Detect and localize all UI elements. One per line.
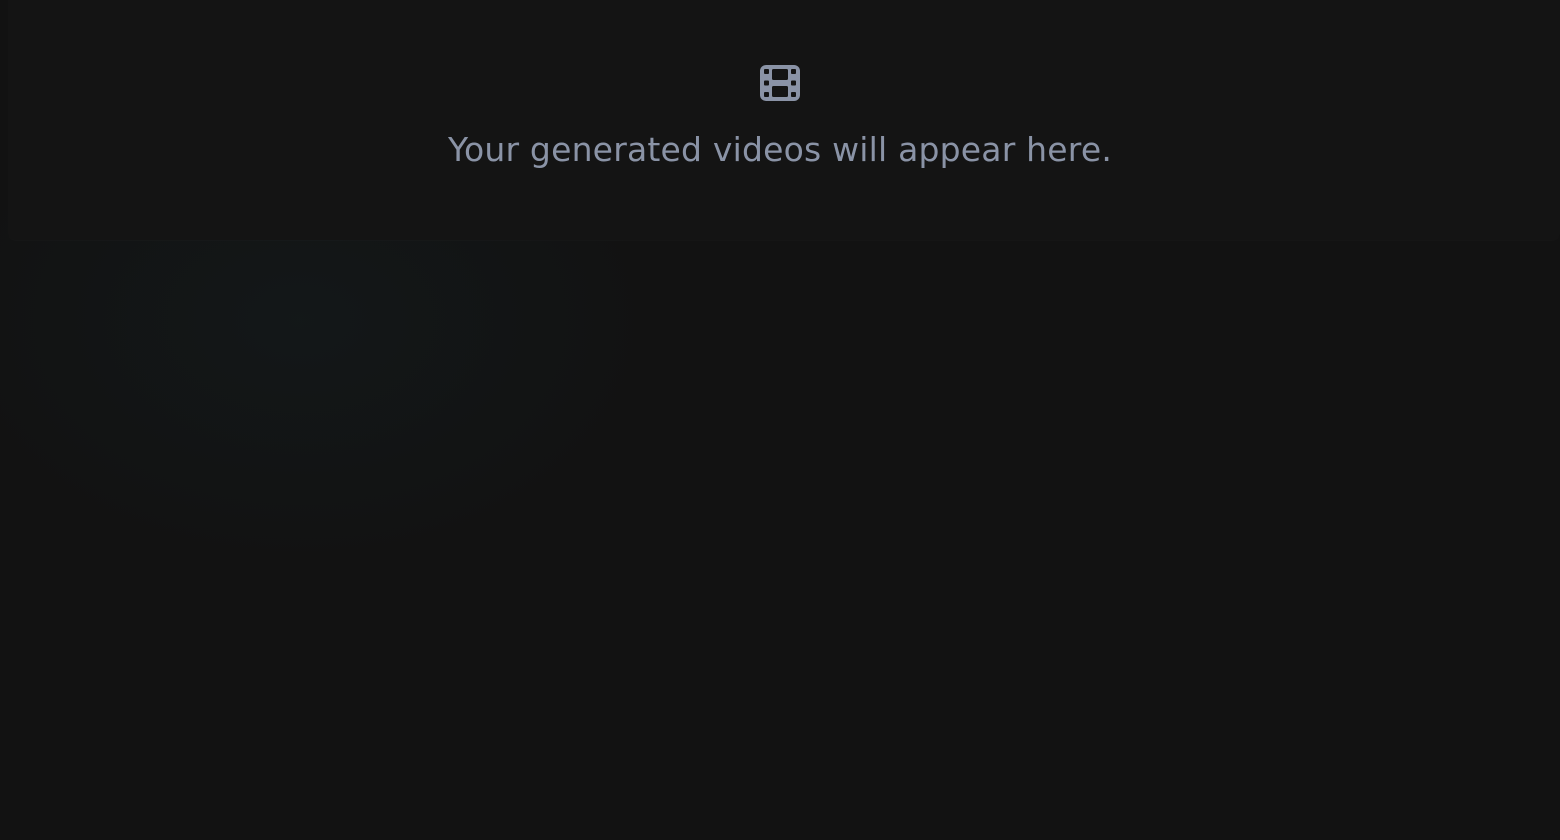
videos-output-panel: Your generated videos will appear here. bbox=[8, 0, 1560, 240]
empty-state-message: Your generated videos will appear here. bbox=[447, 130, 1113, 169]
film-icon bbox=[760, 65, 800, 101]
page: Your generated videos will appear here. bbox=[0, 0, 1560, 840]
empty-state: Your generated videos will appear here. bbox=[8, 64, 1552, 170]
